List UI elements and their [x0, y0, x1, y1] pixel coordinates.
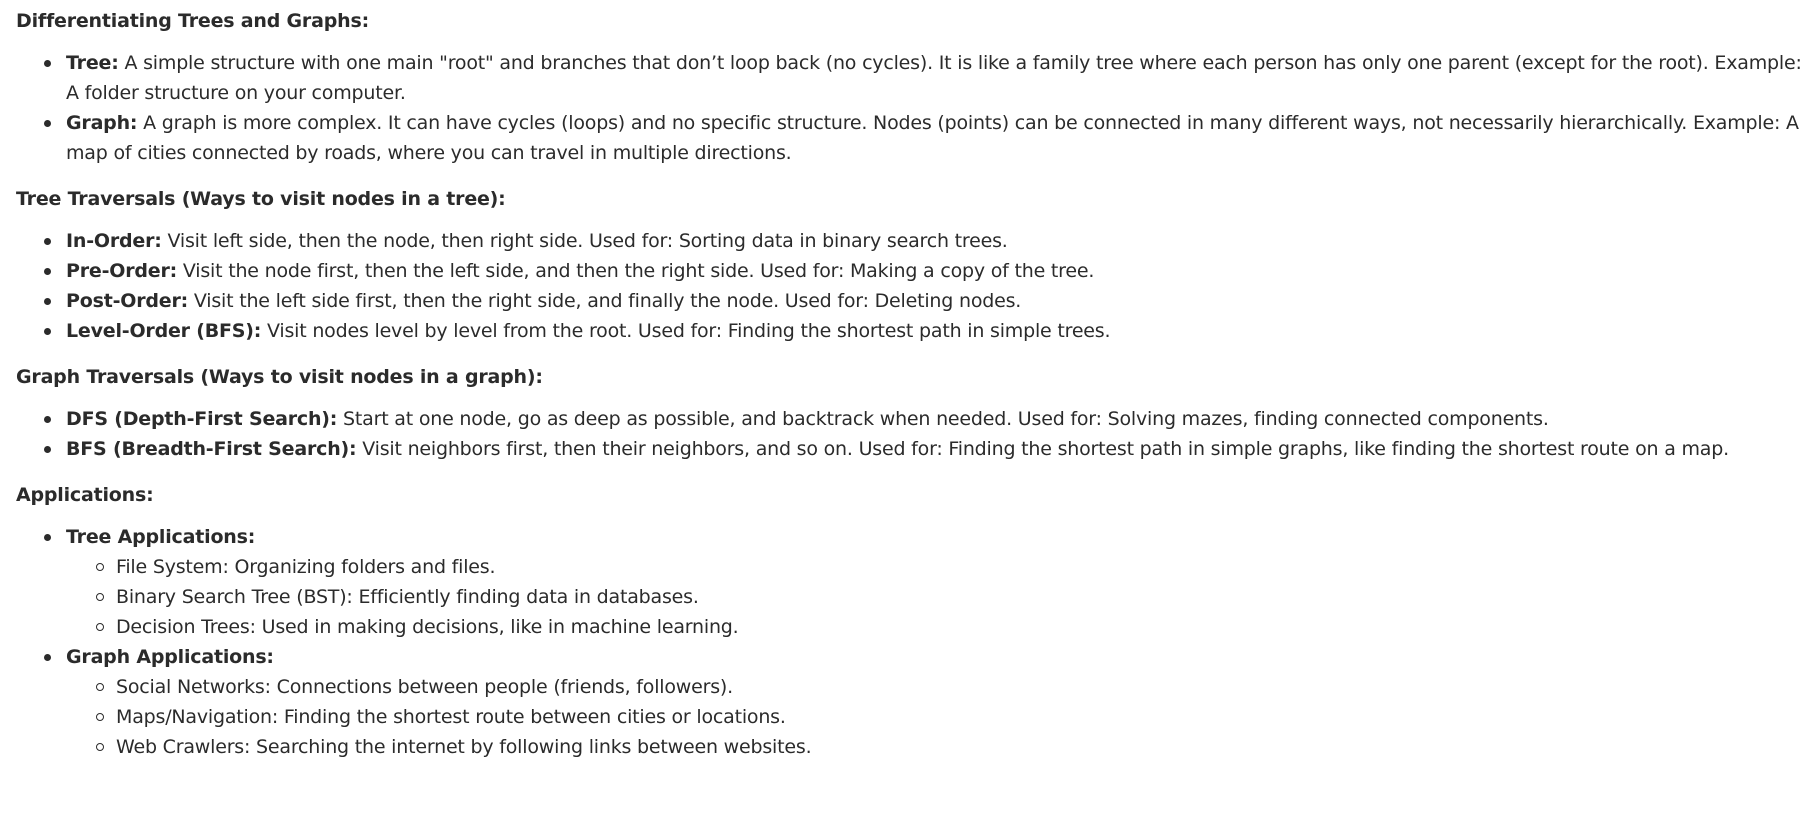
bullet-list: In-Order: Visit left side, then the node…: [16, 226, 1808, 346]
item-label: Tree:: [66, 52, 119, 74]
item-label: DFS (Depth-First Search):: [66, 408, 338, 430]
section-trees-vs-graphs: Differentiating Trees and Graphs: Tree: …: [16, 8, 1808, 168]
section-applications: Applications: Tree Applications: File Sy…: [16, 482, 1808, 762]
bullet-list: Tree Applications: File System: Organizi…: [16, 522, 1808, 762]
item-text: Visit the node first, then the left side…: [177, 260, 1095, 282]
sub-list-item: File System: Organizing folders and file…: [96, 552, 1808, 582]
list-item: Level-Order (BFS): Visit nodes level by …: [44, 316, 1808, 346]
item-label: Pre-Order:: [66, 260, 178, 282]
item-text: Visit neighbors first, then their neighb…: [356, 438, 1729, 460]
list-item: In-Order: Visit left side, then the node…: [44, 226, 1808, 256]
item-text: A graph is more complex. It can have cyc…: [66, 112, 1799, 164]
list-item: BFS (Breadth-First Search): Visit neighb…: [44, 434, 1808, 464]
group-label: Graph Applications:: [66, 646, 274, 668]
list-item-tree-applications: Tree Applications: File System: Organizi…: [44, 522, 1808, 642]
item-label: Graph:: [66, 112, 138, 134]
sub-list: Social Networks: Connections between peo…: [66, 672, 1808, 762]
sub-list-item: Binary Search Tree (BST): Efficiently fi…: [96, 582, 1808, 612]
list-item-graph-applications: Graph Applications: Social Networks: Con…: [44, 642, 1808, 762]
item-text: Visit nodes level by level from the root…: [261, 320, 1111, 342]
sub-list-item: Maps/Navigation: Finding the shortest ro…: [96, 702, 1808, 732]
list-item: DFS (Depth-First Search): Start at one n…: [44, 404, 1808, 434]
group-label: Tree Applications:: [66, 526, 256, 548]
section-heading: Tree Traversals (Ways to visit nodes in …: [16, 188, 506, 210]
item-label: Level-Order (BFS):: [66, 320, 262, 342]
list-item: Pre-Order: Visit the node first, then th…: [44, 256, 1808, 286]
section-heading: Applications:: [16, 484, 154, 506]
item-text: Visit left side, then the node, then rig…: [161, 230, 1008, 252]
item-text: Start at one node, go as deep as possibl…: [337, 408, 1549, 430]
item-label: In-Order:: [66, 230, 162, 252]
bullet-list: DFS (Depth-First Search): Start at one n…: [16, 404, 1808, 464]
sub-list-item: Decision Trees: Used in making decisions…: [96, 612, 1808, 642]
item-text: A simple structure with one main "root" …: [66, 52, 1802, 104]
sub-list-item: Web Crawlers: Searching the internet by …: [96, 732, 1808, 762]
document-body: Differentiating Trees and Graphs: Tree: …: [0, 0, 1808, 762]
section-graph-traversals: Graph Traversals (Ways to visit nodes in…: [16, 364, 1808, 464]
sub-list-item: Social Networks: Connections between peo…: [96, 672, 1808, 702]
list-item: Graph: A graph is more complex. It can h…: [44, 108, 1806, 168]
section-tree-traversals: Tree Traversals (Ways to visit nodes in …: [16, 186, 1808, 346]
sub-list: File System: Organizing folders and file…: [66, 552, 1808, 642]
item-text: Visit the left side first, then the righ…: [188, 290, 1022, 312]
section-heading: Graph Traversals (Ways to visit nodes in…: [16, 366, 543, 388]
item-label: BFS (Breadth-First Search):: [66, 438, 357, 460]
item-label: Post-Order:: [66, 290, 189, 312]
section-heading: Differentiating Trees and Graphs:: [16, 10, 369, 32]
bullet-list: Tree: A simple structure with one main "…: [16, 48, 1808, 168]
list-item: Tree: A simple structure with one main "…: [44, 48, 1806, 108]
list-item: Post-Order: Visit the left side first, t…: [44, 286, 1808, 316]
